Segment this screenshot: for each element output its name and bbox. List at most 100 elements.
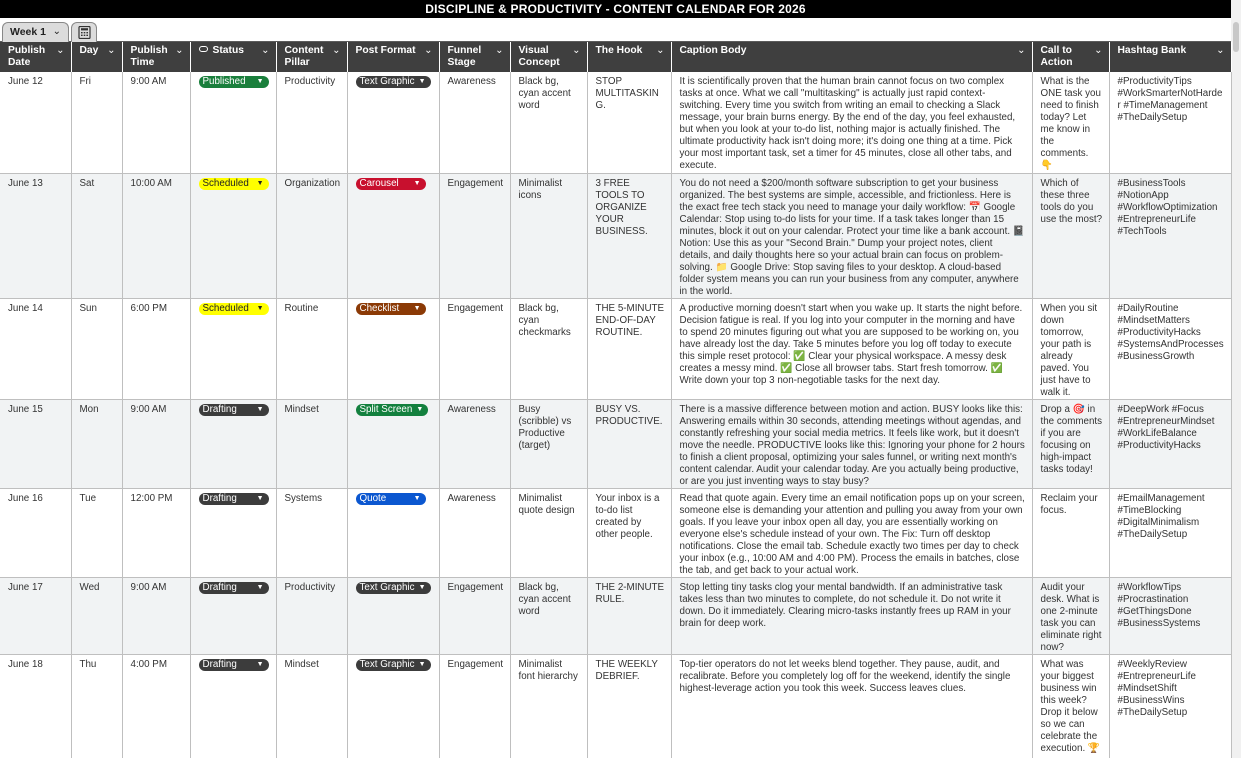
cell-status[interactable]: Scheduled ▼	[190, 298, 277, 400]
cell-content-pillar[interactable]: Systems	[276, 488, 348, 578]
cell-publish-date[interactable]: June 15	[0, 399, 72, 489]
cell-caption-body[interactable]: Stop letting tiny tasks clog your mental…	[671, 577, 1033, 655]
status-chip[interactable]: Published ▼	[198, 76, 269, 88]
cell-funnel-stage[interactable]: Engagement	[439, 577, 511, 655]
cell-publish-time[interactable]: 12:00 PM	[122, 488, 191, 578]
cell-call-to-action[interactable]: Audit your desk. What is one 2-minute ta…	[1032, 577, 1110, 655]
cell-call-to-action[interactable]: Reclaim your focus.	[1032, 488, 1110, 578]
dropdown-arrow-icon[interactable]: ▼	[414, 493, 421, 505]
cell-post-format[interactable]: Text Graphic ▼	[347, 72, 440, 174]
cell-status[interactable]: Drafting ▼	[190, 654, 277, 758]
cell-day[interactable]: Wed	[71, 577, 123, 655]
cell-hook[interactable]: THE 5-MINUTE END-OF-DAY ROUTINE.	[587, 298, 672, 400]
header-hashtag-bank[interactable]: Hashtag Bank ⌄	[1109, 42, 1232, 72]
cell-hashtag-bank[interactable]: #WeeklyReview #EntrepreneurLife #Mindset…	[1109, 654, 1232, 758]
cell-day[interactable]: Fri	[71, 72, 123, 174]
cell-publish-date[interactable]: June 13	[0, 173, 72, 299]
dropdown-arrow-icon[interactable]: ▼	[257, 493, 264, 505]
header-status[interactable]: Status ⌄	[190, 42, 277, 72]
cell-post-format[interactable]: Quote ▼	[347, 488, 440, 578]
cell-day[interactable]: Mon	[71, 399, 123, 489]
cell-day[interactable]: Sat	[71, 173, 123, 299]
cell-hashtag-bank[interactable]: #DailyRoutine #MindsetMatters #Productiv…	[1109, 298, 1232, 400]
cell-hashtag-bank[interactable]: #EmailManagement #TimeBlocking #DigitalM…	[1109, 488, 1232, 578]
cell-content-pillar[interactable]: Organization	[276, 173, 348, 299]
tab-week-1[interactable]: Week 1 ⌄	[2, 22, 69, 42]
format-chip[interactable]: Carousel ▼	[355, 177, 426, 190]
cell-publish-time[interactable]: 9:00 AM	[122, 577, 191, 655]
filter-chevron-icon[interactable]: ⌄	[1216, 45, 1224, 57]
filter-chevron-icon[interactable]: ⌄	[495, 45, 503, 57]
cell-visual-concept[interactable]: Minimalist icons	[510, 173, 588, 299]
dropdown-arrow-icon[interactable]: ▼	[257, 404, 264, 416]
header-publish-time[interactable]: Publish Time ⌄	[122, 42, 191, 72]
dropdown-arrow-icon[interactable]: ▼	[414, 178, 421, 190]
cell-publish-date[interactable]: June 18	[0, 654, 72, 758]
header-publish-date[interactable]: Publish Date ⌄	[0, 42, 72, 72]
format-chip[interactable]: Quote ▼	[355, 492, 426, 505]
cell-call-to-action[interactable]: When you sit down tomorrow, your path is…	[1032, 298, 1110, 400]
chevron-down-icon[interactable]: ⌄	[53, 23, 61, 41]
dropdown-arrow-icon[interactable]: ▼	[414, 303, 421, 315]
cell-caption-body[interactable]: Read that quote again. Every time an ema…	[671, 488, 1033, 578]
cell-visual-concept[interactable]: Busy (scribble) vs Productive (target)	[510, 399, 588, 489]
cell-post-format[interactable]: Carousel ▼	[347, 173, 440, 299]
cell-day[interactable]: Thu	[71, 654, 123, 758]
dropdown-arrow-icon[interactable]: ▼	[419, 659, 426, 671]
filter-chevron-icon[interactable]: ⌄	[175, 45, 183, 57]
format-chip[interactable]: Text Graphic ▼	[355, 658, 431, 671]
cell-hook[interactable]: THE 2-MINUTE RULE.	[587, 577, 672, 655]
cell-status[interactable]: Published ▼	[190, 72, 277, 174]
cell-status[interactable]: Drafting ▼	[190, 488, 277, 578]
status-chip[interactable]: Drafting ▼	[198, 403, 269, 416]
cell-hook[interactable]: STOP MULTITASKING.	[587, 72, 672, 174]
header-content-pillar[interactable]: Content Pillar ⌄	[276, 42, 348, 72]
header-post-format[interactable]: Post Format ⌄	[347, 42, 440, 72]
cell-status[interactable]: Drafting ▼	[190, 577, 277, 655]
filter-chevron-icon[interactable]: ⌄	[656, 45, 664, 57]
cell-day[interactable]: Sun	[71, 298, 123, 400]
cell-funnel-stage[interactable]: Engagement	[439, 173, 511, 299]
filter-chevron-icon[interactable]: ⌄	[56, 45, 64, 57]
cell-hashtag-bank[interactable]: #BusinessTools #NotionApp #WorkflowOptim…	[1109, 173, 1232, 299]
cell-visual-concept[interactable]: Minimalist font hierarchy	[510, 654, 588, 758]
filter-chevron-icon[interactable]: ⌄	[424, 45, 432, 57]
cell-hook[interactable]: THE WEEKLY DEBRIEF.	[587, 654, 672, 758]
cell-publish-date[interactable]: June 12	[0, 72, 72, 174]
cell-visual-concept[interactable]: Black bg, cyan accent word	[510, 72, 588, 174]
cell-caption-body[interactable]: Top-tier operators do not let weeks blen…	[671, 654, 1033, 758]
cell-status[interactable]: Drafting ▼	[190, 399, 277, 489]
cell-publish-time[interactable]: 9:00 AM	[122, 72, 191, 174]
header-visual-concept[interactable]: Visual Concept ⌄	[510, 42, 588, 72]
cell-visual-concept[interactable]: Minimalist quote design	[510, 488, 588, 578]
cell-caption-body[interactable]: A productive morning doesn't start when …	[671, 298, 1033, 400]
cell-funnel-stage[interactable]: Awareness	[439, 72, 511, 174]
status-chip[interactable]: Drafting ▼	[198, 581, 269, 594]
scrollbar-thumb[interactable]	[1233, 22, 1239, 52]
cell-post-format[interactable]: Text Graphic ▼	[347, 577, 440, 655]
header-caption-body[interactable]: Caption Body ⌄	[671, 42, 1033, 72]
status-chip[interactable]: Scheduled ▼	[198, 177, 269, 190]
cell-hashtag-bank[interactable]: #WorkflowTips #Procrastination #GetThing…	[1109, 577, 1232, 655]
dropdown-arrow-icon[interactable]: ▼	[419, 76, 426, 88]
vertical-scrollbar[interactable]	[1231, 0, 1241, 758]
filter-chevron-icon[interactable]: ⌄	[1017, 45, 1025, 57]
cell-call-to-action[interactable]: What is the ONE task you need to finish …	[1032, 72, 1110, 174]
dropdown-arrow-icon[interactable]: ▼	[419, 582, 426, 594]
dropdown-arrow-icon[interactable]: ▼	[257, 76, 264, 88]
header-funnel-stage[interactable]: Funnel Stage ⌄	[439, 42, 511, 72]
cell-content-pillar[interactable]: Mindset	[276, 399, 348, 489]
filter-chevron-icon[interactable]: ⌄	[261, 45, 269, 57]
dropdown-arrow-icon[interactable]: ▼	[257, 178, 264, 190]
cell-post-format[interactable]: Checklist ▼	[347, 298, 440, 400]
cell-caption-body[interactable]: It is scientifically proven that the hum…	[671, 72, 1033, 174]
cell-hook[interactable]: Your inbox is a to-do list created by ot…	[587, 488, 672, 578]
format-chip[interactable]: Text Graphic ▼	[355, 76, 431, 88]
cell-funnel-stage[interactable]: Awareness	[439, 488, 511, 578]
filter-chevron-icon[interactable]: ⌄	[572, 45, 580, 57]
filter-chevron-icon[interactable]: ⌄	[1094, 45, 1102, 57]
cell-publish-date[interactable]: June 14	[0, 298, 72, 400]
cell-status[interactable]: Scheduled ▼	[190, 173, 277, 299]
cell-caption-body[interactable]: You do not need a $200/month software su…	[671, 173, 1033, 299]
filter-chevron-icon[interactable]: ⌄	[332, 45, 340, 57]
